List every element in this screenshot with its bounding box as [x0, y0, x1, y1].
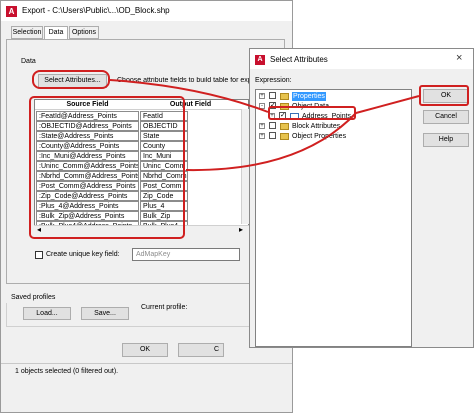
connector-button-to-node	[109, 79, 269, 113]
connector-node-to-ok	[355, 95, 420, 114]
annotation-connectors	[109, 79, 420, 172]
connector-grid-to-node	[185, 112, 357, 172]
